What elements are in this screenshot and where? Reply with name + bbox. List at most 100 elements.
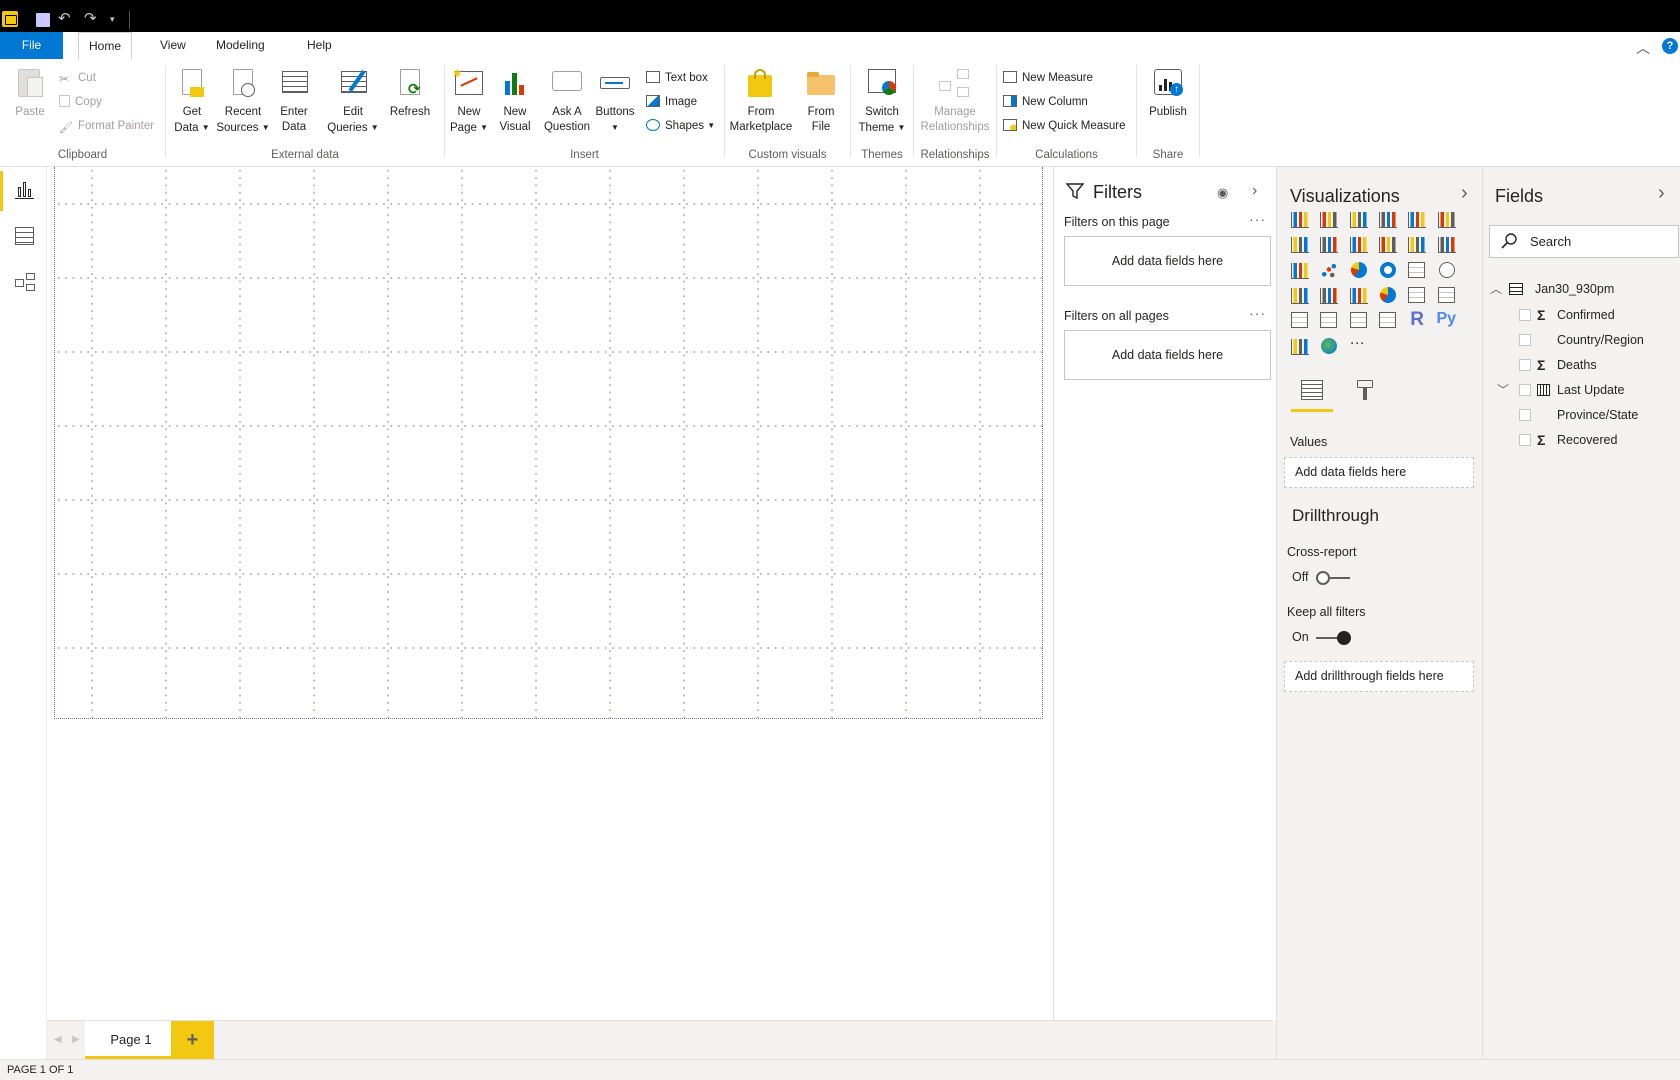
report-view-button[interactable] xyxy=(0,169,47,213)
field-checkbox[interactable] xyxy=(1519,334,1531,346)
new-page-button[interactable]: ✱ New Page ▼ xyxy=(449,67,489,136)
stacked-area-icon[interactable] xyxy=(1348,234,1370,256)
clustered-bar-icon[interactable] xyxy=(1348,209,1370,231)
field-checkbox[interactable] xyxy=(1519,384,1531,396)
format-tab[interactable] xyxy=(1347,376,1383,412)
field-item[interactable]: Σ Deaths xyxy=(1483,353,1680,377)
shapes-button[interactable]: Shapes ▼ xyxy=(646,118,715,134)
field-checkbox[interactable] xyxy=(1519,409,1531,421)
model-view-button[interactable] xyxy=(0,261,47,305)
collapse-visualizations-icon[interactable]: › xyxy=(1461,182,1468,205)
multi-row-card-icon[interactable] xyxy=(1436,285,1458,307)
cut-button[interactable]: ✂ Cut xyxy=(59,70,96,86)
save-icon[interactable] xyxy=(36,13,50,27)
undo-icon[interactable]: ↶ xyxy=(58,11,71,27)
r-visual-icon[interactable]: R xyxy=(1406,309,1428,332)
field-checkbox[interactable] xyxy=(1519,434,1531,446)
more-options-icon[interactable]: ··· xyxy=(1249,305,1266,321)
field-item[interactable]: Σ Confirmed xyxy=(1483,303,1680,327)
new-column-button[interactable]: New Column xyxy=(1003,94,1088,110)
field-item[interactable]: ﹀ Last Update xyxy=(1483,378,1680,402)
ribbon-chart-icon[interactable] xyxy=(1436,234,1458,256)
chevron-down-icon[interactable]: ﹀ xyxy=(1497,378,1509,402)
filters-all-pages-well[interactable]: Add data fields here xyxy=(1064,330,1271,380)
eye-icon[interactable]: ◉ xyxy=(1217,185,1228,201)
gauge-icon[interactable] xyxy=(1377,285,1399,307)
ask-a-question-button[interactable]: Ask A Question xyxy=(541,67,593,135)
field-table-jan30-930pm[interactable]: ︿ Jan30_930pm xyxy=(1483,277,1680,301)
format-painter-button[interactable]: 🖌 Format Painter xyxy=(59,118,154,134)
stacked-column-icon[interactable] xyxy=(1318,209,1340,231)
page-tab-page-1[interactable]: Page 1 xyxy=(85,1021,177,1059)
field-item[interactable]: Σ Recovered xyxy=(1483,428,1680,452)
edit-queries-button[interactable]: Edit Queries ▼ xyxy=(326,67,380,136)
table-visual-icon[interactable] xyxy=(1348,310,1370,332)
waterfall-icon[interactable] xyxy=(1289,260,1311,282)
line-clustered-column-icon[interactable] xyxy=(1406,234,1428,256)
drillthrough-well[interactable]: Add drillthrough fields here xyxy=(1284,661,1474,692)
new-quick-measure-button[interactable]: New Quick Measure xyxy=(1003,118,1126,134)
filters-this-page-well[interactable]: Add data fields here xyxy=(1064,236,1271,286)
field-checkbox[interactable] xyxy=(1519,359,1531,371)
map-icon[interactable] xyxy=(1436,260,1458,282)
funnel-icon[interactable] xyxy=(1348,285,1370,307)
new-visual-button[interactable]: New Visual xyxy=(495,67,535,135)
100-stacked-column-icon[interactable] xyxy=(1436,209,1458,231)
help-icon[interactable]: ? xyxy=(1662,38,1678,54)
search-input[interactable]: Search xyxy=(1489,225,1679,258)
switch-theme-button[interactable]: Switch Theme ▼ xyxy=(857,67,907,136)
customize-quick-access-icon[interactable]: ▾ xyxy=(110,11,115,27)
collapse-ribbon-icon[interactable]: ︿ xyxy=(1636,38,1650,58)
collapse-fields-icon[interactable]: › xyxy=(1658,182,1665,205)
stacked-bar-icon[interactable] xyxy=(1289,209,1311,231)
python-visual-icon[interactable]: Py xyxy=(1436,310,1458,332)
pie-chart-icon[interactable] xyxy=(1348,260,1370,282)
tab-modeling[interactable]: Modeling xyxy=(206,32,275,59)
fields-tab[interactable] xyxy=(1291,376,1333,412)
line-column-icon[interactable] xyxy=(1377,234,1399,256)
key-influencers-icon[interactable] xyxy=(1289,336,1311,358)
100-stacked-bar-icon[interactable] xyxy=(1406,209,1428,231)
tab-view[interactable]: View xyxy=(150,32,196,59)
field-item[interactable]: Country/Region xyxy=(1483,328,1680,352)
image-button[interactable]: Image xyxy=(646,94,697,110)
add-page-button[interactable]: + xyxy=(171,1021,214,1059)
keep-all-filters-toggle[interactable]: On xyxy=(1292,630,1352,645)
tab-file[interactable]: File xyxy=(0,32,63,59)
cross-report-toggle[interactable]: Off xyxy=(1292,570,1350,585)
shape-map-icon[interactable] xyxy=(1318,285,1340,307)
filled-map-icon[interactable] xyxy=(1289,285,1311,307)
values-well[interactable]: Add data fields here xyxy=(1284,457,1474,488)
from-file-button[interactable]: From File xyxy=(799,67,843,135)
collapse-filters-icon[interactable]: › xyxy=(1252,182,1257,200)
refresh-button[interactable]: ⟳ Refresh xyxy=(388,67,432,120)
next-page-icon[interactable]: ▶ xyxy=(72,1034,80,1045)
get-data-button[interactable]: Get Data ▼ xyxy=(172,67,212,136)
copy-button[interactable]: Copy xyxy=(59,94,102,110)
more-options-icon[interactable]: ··· xyxy=(1249,211,1266,227)
tab-home[interactable]: Home xyxy=(78,32,133,60)
recent-sources-button[interactable]: Recent Sources ▼ xyxy=(216,67,270,136)
area-chart-icon[interactable] xyxy=(1318,234,1340,256)
text-box-button[interactable]: Text box xyxy=(646,70,708,86)
chevron-up-icon[interactable]: ︿ xyxy=(1490,277,1502,301)
enter-data-button[interactable]: Enter Data xyxy=(274,67,314,135)
scatter-icon[interactable] xyxy=(1318,260,1340,282)
tab-help[interactable]: Help xyxy=(297,32,342,59)
matrix-icon[interactable] xyxy=(1377,310,1399,332)
data-view-button[interactable] xyxy=(0,215,47,259)
line-chart-icon[interactable] xyxy=(1289,234,1311,256)
paste-button[interactable]: Paste xyxy=(12,67,48,120)
field-item[interactable]: Province/State xyxy=(1483,403,1680,427)
arcgis-icon[interactable] xyxy=(1318,336,1340,358)
kpi-icon[interactable] xyxy=(1289,310,1311,332)
more-visuals-icon[interactable]: ··· xyxy=(1348,334,1370,358)
field-checkbox[interactable] xyxy=(1519,309,1531,321)
slicer-icon[interactable] xyxy=(1318,310,1340,332)
buttons-button[interactable]: Buttons ▼ xyxy=(593,67,637,135)
treemap-icon[interactable] xyxy=(1406,260,1428,282)
new-measure-button[interactable]: New Measure xyxy=(1003,70,1093,86)
previous-page-icon[interactable]: ◀ xyxy=(54,1034,62,1045)
manage-relationships-button[interactable]: Manage Relationships xyxy=(918,67,992,135)
publish-button[interactable]: ↑ Publish xyxy=(1145,67,1191,120)
